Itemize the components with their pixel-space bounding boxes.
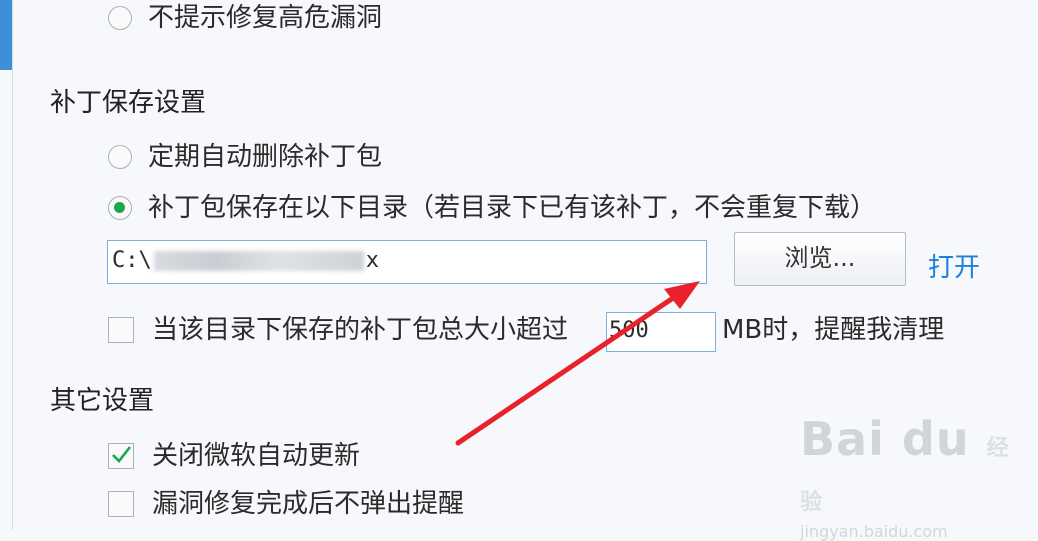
watermark-url: jingyan.baidu.com bbox=[800, 522, 948, 541]
watermark-logo: Bai du bbox=[800, 412, 970, 466]
baidu-jingyan-watermark: Bai du 经验 jingyan.baidu.com bbox=[800, 412, 1030, 541]
